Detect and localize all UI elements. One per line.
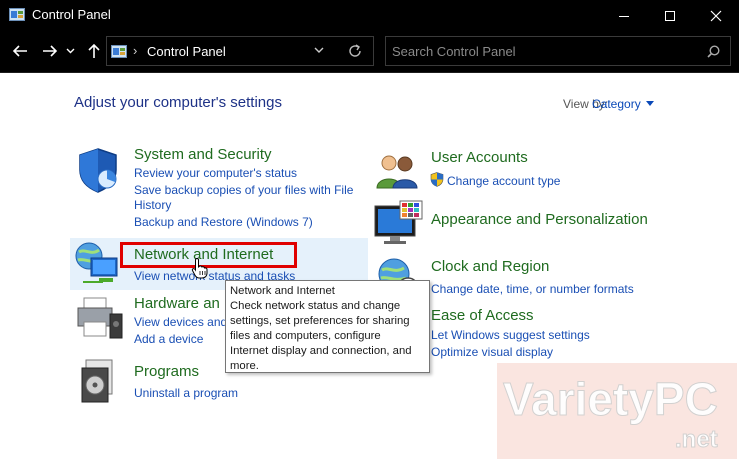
search-input[interactable]	[392, 43, 692, 59]
programs-icon[interactable]	[78, 358, 124, 404]
printer-icon[interactable]	[74, 296, 124, 340]
tooltip-line: files and computers, configure	[230, 330, 381, 342]
arrow-left-icon	[12, 45, 27, 57]
link-backup-restore[interactable]: Backup and Restore (Windows 7)	[134, 215, 313, 229]
varietypc-watermark-logo: VarietyPC .net	[497, 363, 737, 459]
page-title: Adjust your computer's settings	[74, 94, 282, 111]
minimize-icon	[619, 15, 629, 17]
search-icon[interactable]	[707, 45, 720, 58]
caret-down-icon[interactable]	[646, 101, 654, 106]
network-globe-icon[interactable]	[73, 240, 121, 286]
minimize-button[interactable]	[601, 0, 647, 31]
refresh-icon[interactable]	[347, 43, 363, 59]
category-system-and-security[interactable]: System and Security	[134, 146, 272, 163]
tooltip-line: settings, set preferences for sharing	[230, 315, 410, 327]
link-save-backup[interactable]: Save backup copies of your files with Fi…	[134, 183, 353, 197]
arrow-up-icon	[88, 43, 100, 58]
shield-icon[interactable]	[74, 146, 122, 194]
breadcrumb-separator: ›	[133, 43, 138, 58]
breadcrumb-control-panel[interactable]: Control Panel	[147, 44, 226, 59]
control-panel-icon	[111, 45, 127, 58]
category-ease-of-access[interactable]: Ease of Access	[431, 307, 534, 324]
link-view-devices[interactable]: View devices and	[134, 315, 227, 329]
link-add-device[interactable]: Add a device	[134, 332, 203, 346]
tooltip-line: Network and Internet	[230, 285, 335, 297]
link-review-status[interactable]: Review your computer's status	[134, 166, 297, 180]
address-field[interactable]: › Control Panel	[106, 36, 374, 66]
search-box[interactable]	[385, 36, 731, 66]
window-title: Control Panel	[32, 7, 111, 22]
chevron-down-icon[interactable]	[314, 47, 324, 54]
hand-cursor-icon	[191, 257, 208, 279]
chevron-down-icon	[66, 48, 74, 54]
control-panel-icon	[9, 8, 25, 21]
category-programs[interactable]: Programs	[134, 363, 199, 380]
appearance-icon[interactable]	[374, 200, 424, 246]
network-tooltip: Network and Internet Check network statu…	[225, 280, 430, 373]
arrow-right-icon	[43, 45, 58, 57]
category-hardware-and-sound[interactable]: Hardware an	[134, 295, 220, 312]
link-save-backup-cont[interactable]: History	[134, 198, 171, 212]
address-toolbar: › Control Panel	[0, 31, 739, 73]
close-icon	[710, 10, 722, 21]
tooltip-line: Internet display and connection, and	[230, 345, 412, 357]
tooltip-line: Check network status and change	[230, 300, 401, 312]
link-windows-suggest[interactable]: Let Windows suggest settings	[431, 328, 590, 342]
recent-locations-button[interactable]	[64, 41, 76, 61]
maximize-icon	[665, 10, 675, 21]
category-clock-and-region[interactable]: Clock and Region	[431, 258, 549, 275]
link-optimize-display[interactable]: Optimize visual display	[431, 345, 553, 359]
title-bar: Control Panel	[0, 0, 739, 31]
view-by-dropdown[interactable]: Category	[592, 97, 641, 111]
link-uninstall-program[interactable]: Uninstall a program	[134, 386, 238, 400]
uac-shield-icon	[430, 172, 444, 187]
category-appearance[interactable]: Appearance and Personalization	[431, 211, 648, 228]
maximize-button[interactable]	[647, 0, 693, 31]
close-button[interactable]	[693, 0, 739, 31]
tooltip-line: more.	[230, 360, 259, 372]
link-change-account-type[interactable]: Change account type	[447, 174, 560, 188]
up-button[interactable]	[84, 41, 104, 61]
forward-button[interactable]	[40, 41, 60, 61]
svg-text:VarietyPC: VarietyPC	[503, 373, 718, 425]
link-change-date-time[interactable]: Change date, time, or number formats	[431, 282, 634, 296]
user-accounts-icon[interactable]	[375, 152, 419, 190]
svg-text:.net: .net	[675, 426, 718, 453]
back-button[interactable]	[10, 41, 30, 61]
category-user-accounts[interactable]: User Accounts	[431, 149, 528, 166]
